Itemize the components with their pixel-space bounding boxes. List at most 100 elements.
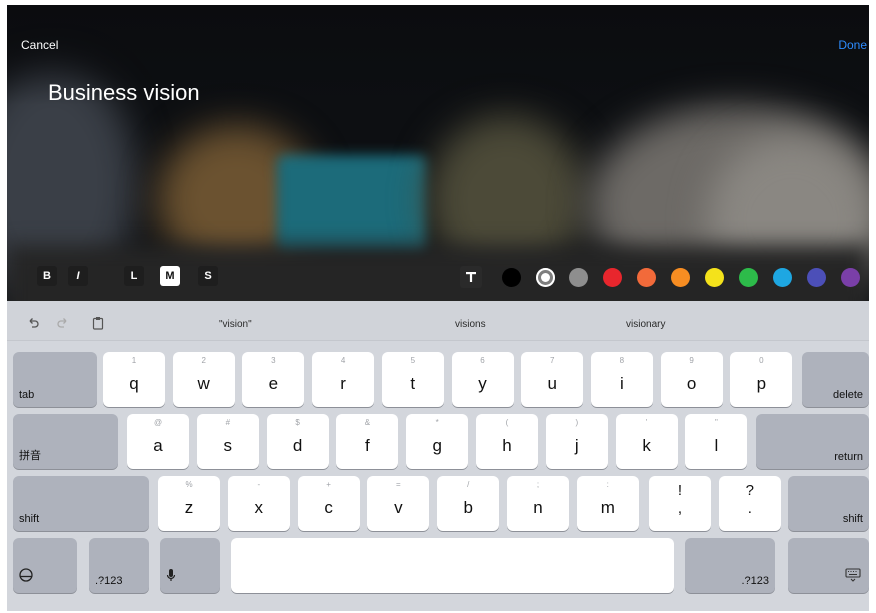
color-swatch[interactable] [807, 268, 826, 287]
key-label: c [324, 498, 333, 517]
key-z[interactable]: % z [158, 476, 220, 531]
key-alt-label: " [714, 418, 718, 427]
color-swatch[interactable] [739, 268, 758, 287]
keyboard: "vision" visions visionary tab 1 q 2 w 3 e 4 r 5 t… [7, 301, 869, 611]
key-g[interactable]: * g [406, 414, 469, 469]
key-label: t [410, 374, 416, 393]
color-swatch[interactable] [705, 268, 724, 287]
key-alt-label: 8 [619, 356, 625, 365]
delete-key-label: delete [833, 389, 863, 401]
numbers-key-right[interactable]: .?123 [685, 538, 775, 593]
key-m[interactable]: :m [576, 476, 639, 531]
key-label: s [223, 436, 233, 455]
undo-icon[interactable] [25, 315, 41, 331]
size-small-button[interactable]: S [198, 266, 218, 286]
key-label: o [686, 374, 697, 393]
color-swatch[interactable] [773, 268, 792, 287]
color-swatch[interactable] [536, 268, 555, 287]
key-e[interactable]: 3e [242, 352, 305, 407]
color-swatch[interactable] [502, 268, 521, 287]
shift-left-key[interactable]: shift [13, 476, 149, 531]
color-swatch[interactable] [569, 268, 588, 287]
key-s[interactable]: # s [196, 414, 259, 469]
key-label: ? [745, 482, 754, 499]
globe-key[interactable] [13, 538, 77, 593]
photo-canvas: Cancel Done Business vision B I L M S [7, 5, 869, 301]
key-alt-label: 9 [689, 356, 694, 365]
shift-key-label: shift [19, 513, 40, 525]
size-medium-button[interactable]: M [160, 266, 180, 286]
space-bar[interactable] [231, 538, 674, 593]
key-alt-label: & [364, 418, 371, 427]
key-i[interactable]: 8i [590, 352, 653, 407]
key-u[interactable]: 7u [521, 352, 584, 407]
return-key[interactable]: return [756, 414, 869, 469]
bold-button[interactable]: B [37, 266, 57, 286]
key-label: v [394, 498, 403, 517]
paste-icon[interactable] [90, 315, 106, 331]
key-alt-label: 3 [271, 356, 276, 365]
key-p[interactable]: 0p [730, 352, 793, 407]
key-n[interactable]: ; n [507, 476, 569, 531]
key-label: x [254, 498, 264, 517]
done-button[interactable]: Done [838, 38, 867, 52]
key-alt-label: 2 [201, 356, 206, 365]
key-alt-label: ( [505, 418, 509, 427]
key-alt-label: 0 [759, 356, 764, 365]
key-alt-label: $ [295, 418, 300, 427]
key-alt-label: % [185, 480, 193, 489]
size-large-button[interactable]: L [124, 266, 144, 286]
key-alt-label: 4 [340, 356, 346, 365]
microphone-icon [166, 568, 176, 587]
color-swatch[interactable] [603, 268, 622, 287]
numbers-key[interactable]: .?123 [89, 538, 149, 593]
color-swatch[interactable] [637, 268, 656, 287]
ime-switch-key[interactable]: 拼音 [13, 414, 118, 469]
italic-button[interactable]: I [68, 266, 88, 286]
key-f[interactable]: & f [336, 414, 399, 469]
shift-right-key[interactable]: shift [788, 476, 869, 531]
punctuation-key[interactable]: !, [649, 476, 711, 531]
key-d[interactable]: $ d [266, 414, 329, 469]
key-v[interactable]: = v [367, 476, 430, 531]
color-swatch[interactable] [671, 268, 690, 287]
key-w[interactable]: 2w [172, 352, 235, 407]
suggestion-1[interactable]: "vision" [219, 319, 252, 330]
key-label: ! [677, 482, 683, 499]
hide-keyboard-key[interactable] [788, 538, 869, 593]
suggestion-2[interactable]: visions [455, 319, 486, 330]
dictation-key[interactable] [160, 538, 220, 593]
punctuation-key[interactable]: ?. [718, 476, 781, 531]
key-t[interactable]: 5t [381, 352, 444, 407]
cancel-button[interactable]: Cancel [21, 38, 58, 52]
key-o[interactable]: 9o [660, 352, 723, 407]
key-l[interactable]: " l [685, 414, 748, 469]
tab-key[interactable]: tab [13, 352, 97, 407]
key-j[interactable]: ) j [545, 414, 608, 469]
suggestion-3[interactable]: visionary [626, 319, 665, 330]
caption-text[interactable]: Business vision [48, 80, 200, 106]
key-h[interactable]: (h [476, 414, 538, 469]
redo-icon[interactable] [55, 315, 71, 331]
delete-key[interactable]: delete [802, 352, 869, 407]
text-style-icon[interactable] [460, 266, 482, 288]
key-alt-label: 5 [410, 356, 416, 365]
key-r[interactable]: 4r [312, 352, 375, 407]
key-label: f [365, 436, 370, 455]
key-alt-label: 7 [549, 356, 555, 365]
key-k[interactable]: ' k [615, 414, 678, 469]
key-c[interactable]: + c [297, 476, 360, 531]
keyboard-hide-icon [845, 568, 861, 587]
key-q[interactable]: 1q [103, 352, 165, 407]
key-x[interactable]: -x [227, 476, 290, 531]
key-a[interactable]: @ a [127, 414, 189, 469]
key-alt-label: . [747, 500, 752, 517]
color-swatch[interactable] [841, 268, 860, 287]
key-b[interactable]: / b [437, 476, 500, 531]
key-y[interactable]: 6y [451, 352, 514, 407]
key-alt-label: / [467, 480, 470, 489]
key-label: y [478, 374, 487, 393]
tab-key-label: tab [19, 389, 35, 401]
numbers-key-label: .?123 [95, 575, 123, 587]
key-label: g [432, 436, 442, 455]
